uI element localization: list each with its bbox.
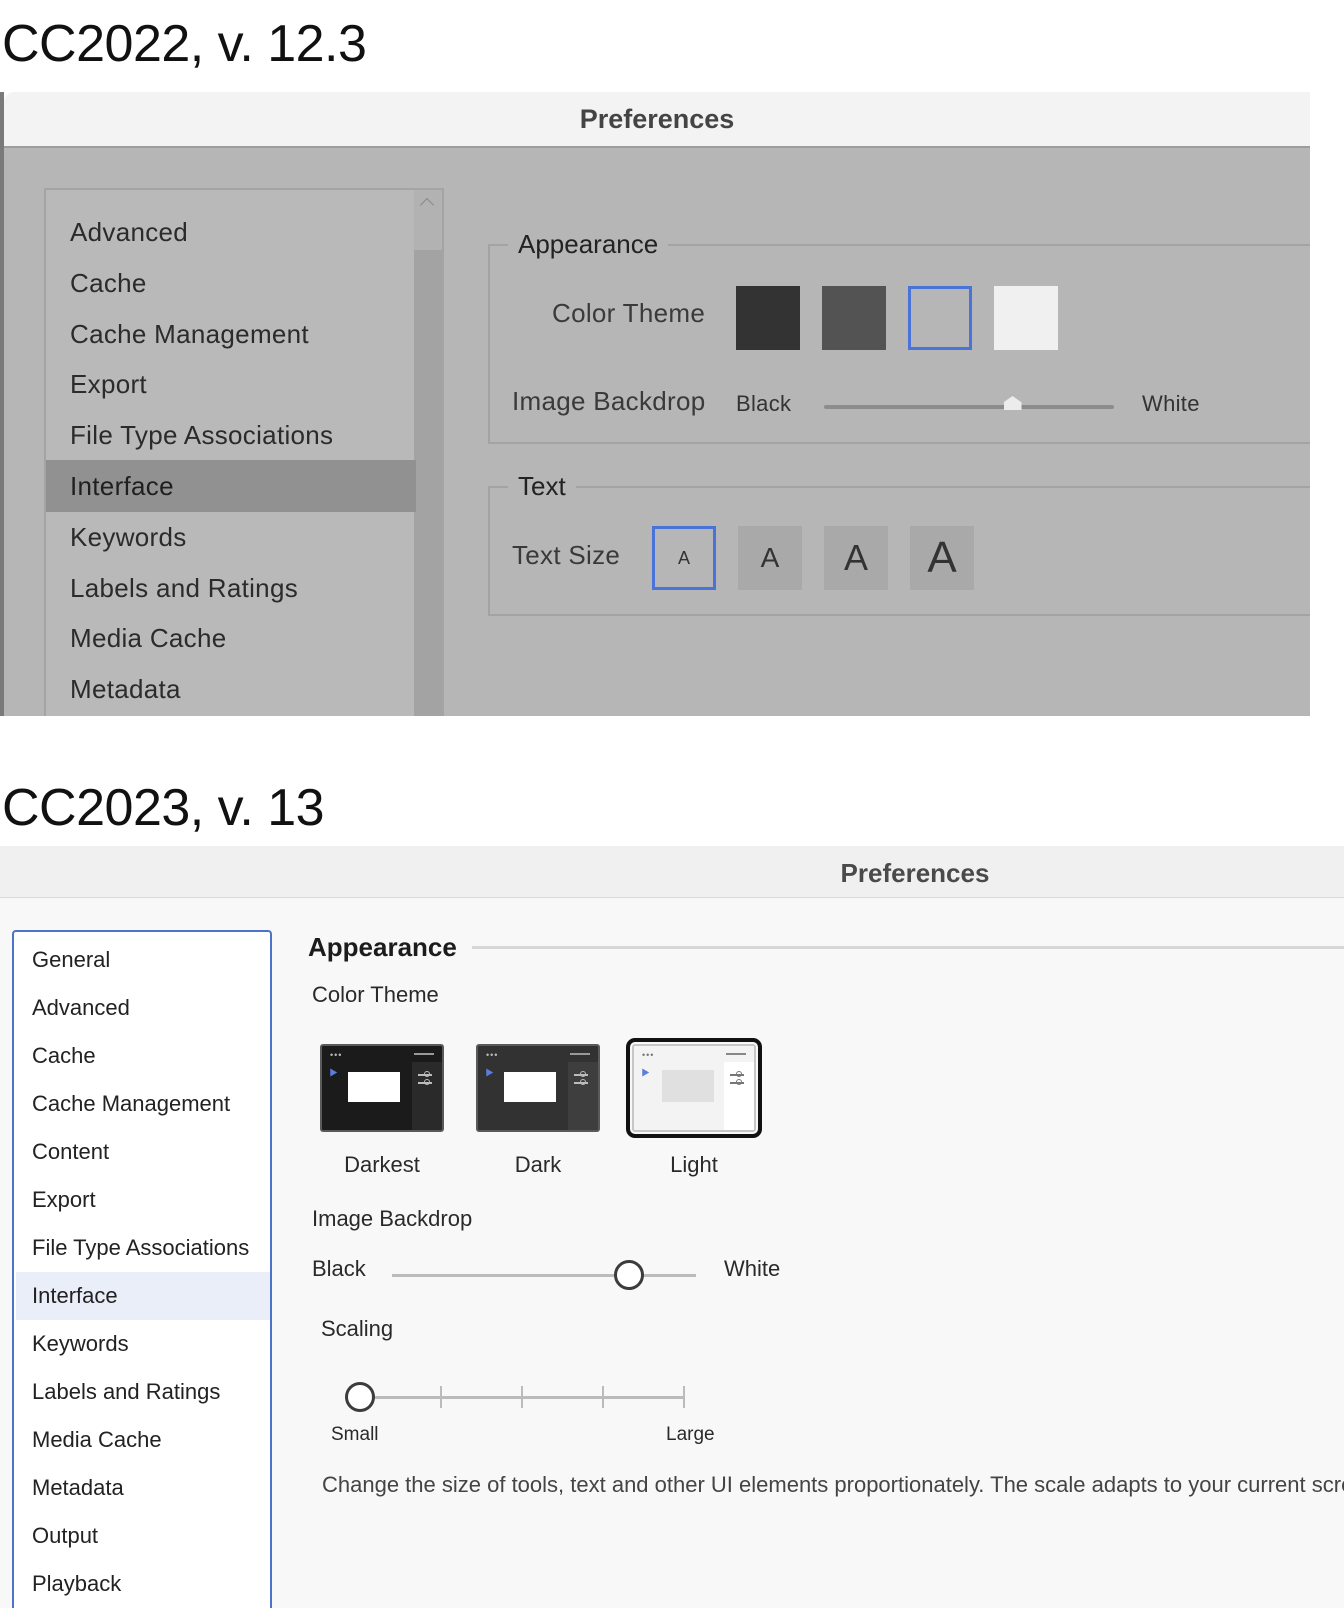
sidebar-item-keywords[interactable]: Keywords [46, 511, 416, 563]
image-backdrop-slider[interactable] [392, 1274, 696, 1277]
category-list: Advanced Cache Cache Management Export File … [44, 188, 444, 716]
sidebar-item-labels-and-ratings[interactable]: Labels and Ratings [16, 1368, 270, 1416]
window-dots-icon: ••• [486, 1050, 499, 1060]
sidebar-item-media-cache[interactable]: Media Cache [46, 612, 416, 664]
appearance-heading: Appearance [308, 932, 457, 962]
preferences-body: Advanced Cache Cache Management Export File … [4, 148, 1310, 716]
sidebar-item-export[interactable]: Export [46, 358, 416, 410]
sidebar-item-keywords[interactable]: Keywords [16, 1320, 270, 1368]
sidebar-item-media-cache[interactable]: Media Cache [16, 1416, 270, 1464]
title-bar: Preferences [0, 846, 1344, 898]
appearance-group: Appearance Color Theme Image Backdrop Bl… [488, 229, 1310, 444]
canvas-preview [348, 1072, 400, 1102]
sidebar-item-cache[interactable]: Cache [46, 257, 416, 309]
sidebar-item-file-type-associations[interactable]: File Type Associations [16, 1224, 270, 1272]
text-size-option-3[interactable]: A [824, 526, 888, 590]
sidebar-item-cache-management[interactable]: Cache Management [16, 1080, 270, 1128]
caption-cc2023: CC2023, v. 13 [2, 779, 325, 837]
sidebar-item-cache-management[interactable]: Cache Management [46, 308, 416, 360]
sidebar-item-advanced[interactable]: Advanced [46, 206, 416, 258]
sidebar-item-labels-and-ratings[interactable]: Labels and Ratings [46, 562, 416, 614]
image-backdrop-slider[interactable] [824, 405, 1114, 409]
title-bar: Preferences [4, 92, 1310, 148]
sidebar-item-metadata[interactable]: Metadata [46, 663, 416, 715]
cursor-arrow-icon [482, 1066, 494, 1077]
scaling-tick [521, 1386, 523, 1408]
text-heading: Text [508, 471, 576, 502]
sidebar-item-playback[interactable]: Playback [16, 1560, 270, 1608]
color-theme-label: Color Theme [312, 982, 439, 1007]
canvas-preview [504, 1072, 556, 1102]
theme-label-dark: Dark [514, 1152, 562, 1177]
window-dots-icon: ••• [642, 1050, 655, 1060]
backdrop-white-label: White [1142, 391, 1200, 416]
scrollbar[interactable] [414, 190, 442, 716]
text-group: Text Text Size AAAA [488, 471, 1310, 616]
scaling-tick [602, 1386, 604, 1408]
sidebar-item-interface[interactable]: Interface [16, 1272, 270, 1320]
canvas-preview [662, 1070, 714, 1102]
theme-option-dark[interactable]: ••• [476, 1044, 600, 1132]
theme-label-darkest: Darkest [344, 1152, 420, 1177]
slider-thumb[interactable] [1003, 396, 1022, 410]
sidebar-item-advanced[interactable]: Advanced [16, 984, 270, 1032]
text-size-option-4[interactable]: A [910, 526, 974, 590]
cursor-arrow-icon [638, 1066, 650, 1077]
scaling-slider-knob[interactable] [345, 1382, 375, 1412]
sidebar-item-output[interactable]: Output [16, 1512, 270, 1560]
slider-preview-icon [730, 1079, 744, 1085]
scaling-tick [683, 1386, 685, 1408]
titlebar-line-icon [570, 1053, 590, 1055]
backdrop-black-label: Black [312, 1256, 366, 1281]
text-size-label: Text Size [512, 540, 621, 570]
sidebar-item-file-type-associations[interactable]: File Type Associations [46, 409, 416, 461]
appearance-heading: Appearance [508, 229, 669, 260]
slider-preview-icon [418, 1079, 432, 1085]
titlebar-line-icon [414, 1053, 434, 1055]
cursor-arrow-icon [326, 1066, 338, 1077]
theme-option-light[interactable]: ••• [626, 1038, 762, 1138]
image-backdrop-label: Image Backdrop [512, 386, 706, 416]
scaling-tick [440, 1386, 442, 1408]
titlebar-line-icon [726, 1053, 746, 1055]
sidebar-item-cache[interactable]: Cache [16, 1032, 270, 1080]
text-size-option-2[interactable]: A [738, 526, 802, 590]
sidebar-item-export[interactable]: Export [16, 1176, 270, 1224]
slider-preview-icon [418, 1071, 432, 1077]
color-theme-swatch-2[interactable] [822, 286, 886, 350]
sidebar-item-metadata[interactable]: Metadata [16, 1464, 270, 1512]
backdrop-black-label: Black [736, 391, 792, 416]
theme-option-darkest[interactable]: ••• [320, 1044, 444, 1132]
preferences-window-cc2023: Preferences General Advanced Cache Cache Ma… [0, 846, 1344, 1608]
scaling-small-label: Small [331, 1424, 379, 1445]
slider-preview-icon [574, 1071, 588, 1077]
backdrop-slider-knob[interactable] [614, 1260, 645, 1290]
sidebar-item-general[interactable]: General [16, 936, 270, 984]
color-theme-swatch-3[interactable] [908, 286, 972, 350]
scaling-large-label: Large [666, 1424, 715, 1445]
image-backdrop-label: Image Backdrop [312, 1206, 473, 1231]
theme-label-light: Light [670, 1152, 718, 1177]
slider-preview-icon [730, 1071, 744, 1077]
scaling-label: Scaling [321, 1316, 394, 1341]
window-title: Preferences [840, 858, 990, 888]
slider-preview-icon [574, 1079, 588, 1085]
sidebar-item-interface[interactable]: Interface [46, 460, 416, 512]
color-theme-swatch-1[interactable] [736, 286, 800, 350]
backdrop-white-label: White [724, 1256, 781, 1281]
scaling-description: Change the size of tools, text and other… [322, 1472, 1344, 1497]
preferences-window-cc2022: Preferences Advanced Cache Cache Managemen… [0, 92, 1310, 716]
category-list: General Advanced Cache Cache Management Cont… [12, 930, 272, 1608]
window-title: Preferences [579, 104, 735, 134]
color-theme-swatch-4[interactable] [994, 286, 1058, 350]
sidebar-item-content[interactable]: Content [16, 1128, 270, 1176]
color-theme-label: Color Theme [552, 298, 706, 328]
section-divider [472, 946, 1344, 949]
text-size-option-1[interactable]: A [652, 526, 716, 590]
window-dots-icon: ••• [330, 1050, 343, 1060]
caption-cc2022: CC2022, v. 12.3 [2, 15, 367, 73]
